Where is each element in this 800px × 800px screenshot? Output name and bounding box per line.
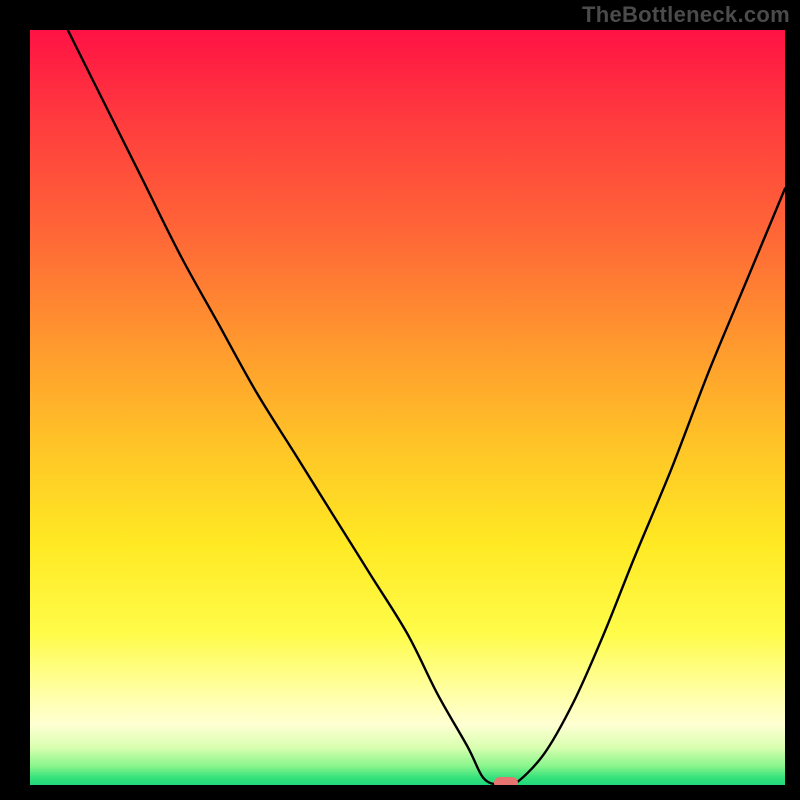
watermark-label: TheBottleneck.com <box>582 2 790 28</box>
plot-area <box>30 30 785 785</box>
curve-layer <box>30 30 785 785</box>
chart-frame: TheBottleneck.com <box>0 0 800 800</box>
optimal-marker <box>494 777 518 785</box>
bottleneck-curve <box>68 30 785 785</box>
